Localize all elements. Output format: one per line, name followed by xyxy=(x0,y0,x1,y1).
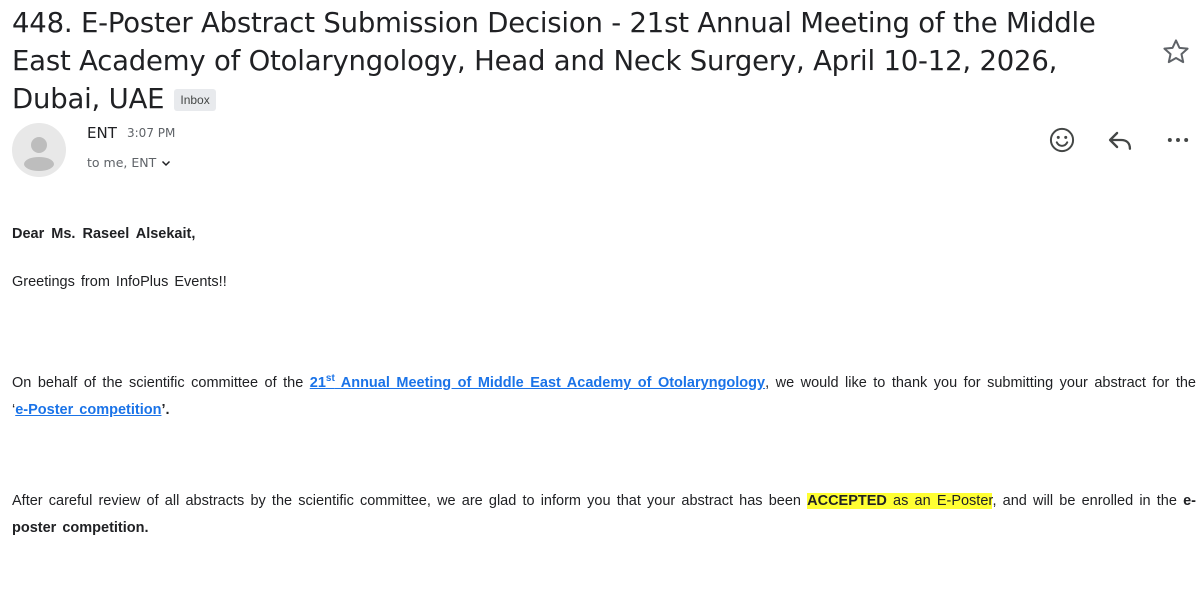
reply-icon xyxy=(1108,131,1132,150)
chevron-down-icon[interactable] xyxy=(160,157,172,172)
greeting-text: Greetings from InfoPlus Events!! xyxy=(12,274,227,290)
p2-before-text: After careful review of all abstracts by… xyxy=(12,493,808,509)
salutation-text: Dear Ms. Raseel Alsekait, xyxy=(12,226,196,242)
link-text: Annual Meeting of Middle East Academy of… xyxy=(334,374,766,391)
star-icon[interactable] xyxy=(1160,36,1192,68)
more-horizontal-icon xyxy=(1167,138,1189,142)
emoji-react-button[interactable] xyxy=(1046,124,1078,156)
e-poster-competition-link[interactable]: e-Poster competition xyxy=(15,402,161,418)
link-number: 21 xyxy=(309,374,326,391)
person-avatar-icon xyxy=(24,137,54,171)
recipients-text: to me, ENT xyxy=(87,155,157,170)
as-eposter-text: as an E-Poster xyxy=(886,493,993,509)
paragraph-decision: After careful review of all abstracts by… xyxy=(12,488,1196,542)
paragraph-thanks: On behalf of the scientific committee of… xyxy=(12,365,1196,424)
annual-meeting-link[interactable]: 21st Annual Meeting of Middle East Acade… xyxy=(309,373,766,391)
inbox-label-badge[interactable]: Inbox xyxy=(174,89,216,111)
accepted-highlight: ACCEPTED as an E-Poster xyxy=(807,493,993,509)
sender-name[interactable]: ENT xyxy=(87,124,117,142)
salutation: Dear Ms. Raseel Alsekait, xyxy=(12,221,1196,248)
p1-end-text: ’. xyxy=(161,401,170,418)
accepted-text: ACCEPTED xyxy=(807,493,887,509)
link-superscript: st xyxy=(325,373,335,384)
greeting: Greetings from InfoPlus Events!! xyxy=(12,269,1196,296)
p2-middle-text: , and will be enrolled in the xyxy=(992,493,1184,509)
more-options-button[interactable] xyxy=(1162,124,1194,156)
email-time: 3:07 PM xyxy=(127,126,176,140)
reply-button[interactable] xyxy=(1104,124,1136,156)
p1-before-text: On behalf of the scientific committee of… xyxy=(12,374,310,391)
smiley-icon xyxy=(1049,127,1075,153)
recipients-line[interactable]: to me, ENT xyxy=(87,155,172,172)
sender-avatar[interactable] xyxy=(12,123,66,177)
email-subject: 448. E-Poster Abstract Submission Decisi… xyxy=(12,4,1142,118)
